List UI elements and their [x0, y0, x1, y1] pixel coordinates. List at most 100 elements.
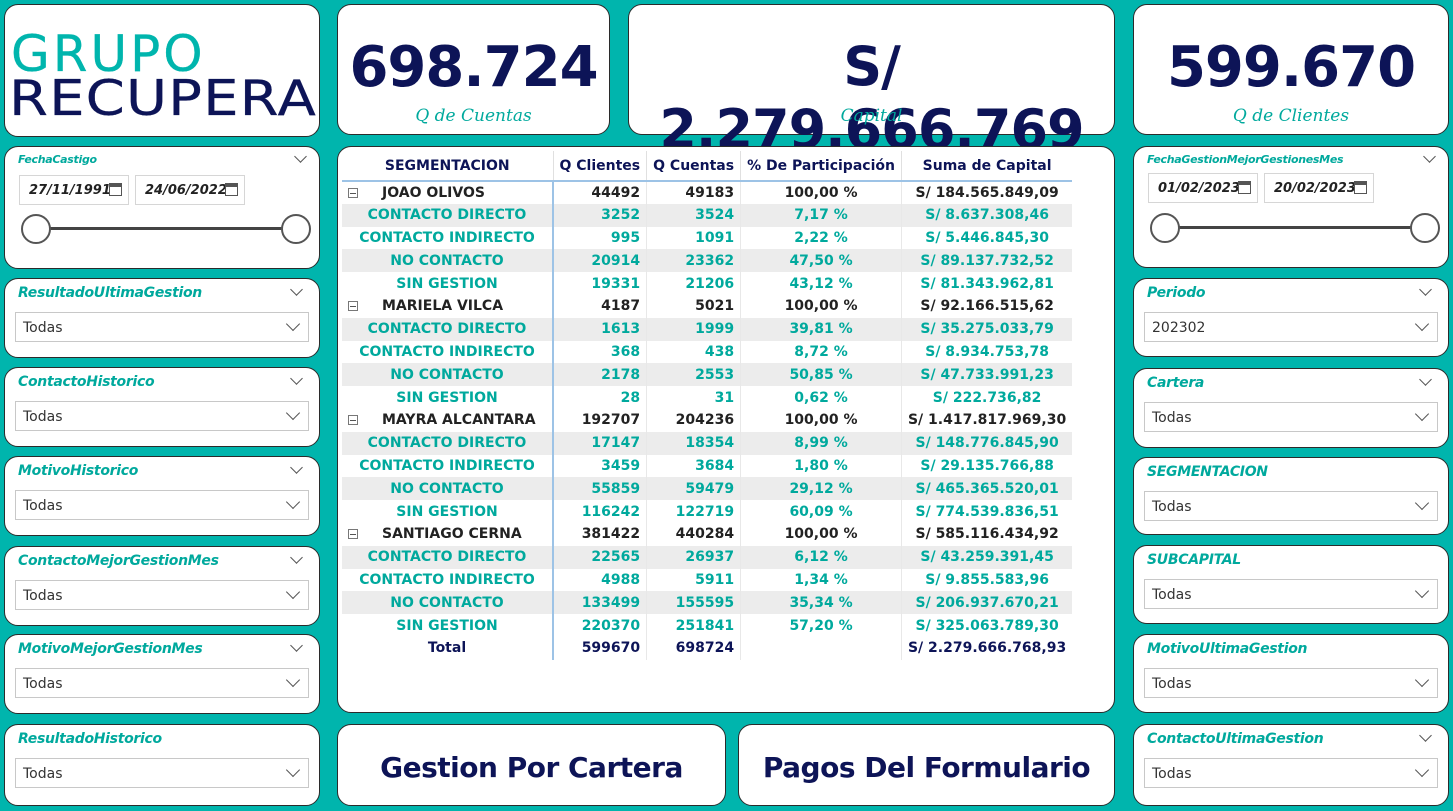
kpi-capital-label: Capital [840, 106, 903, 126]
table-row: CONTACTO INDIRECTO 368 438 8,72 % S/ 8.934.7… [342, 340, 1072, 364]
slicer-dropdown[interactable]: Todas [1144, 668, 1438, 698]
date-range-start-handle[interactable] [21, 214, 51, 244]
collapse-icon[interactable] [348, 301, 358, 312]
collapse-icon[interactable] [348, 529, 358, 540]
dropdown-value: Todas [1152, 587, 1192, 603]
slicer-periodo: Periodo 202302 [1133, 278, 1449, 357]
calendar-icon[interactable] [1354, 181, 1367, 194]
slicer-dropdown[interactable]: 202302 [1144, 312, 1438, 342]
date-to-input[interactable]: 24/06/2022 [135, 175, 245, 205]
cell-q-clientes: 19331 [553, 272, 648, 295]
cell-q-cuentas: 155595 [646, 591, 742, 615]
slicer-dropdown[interactable]: Todas [15, 668, 309, 698]
table-row: NO CONTACTO 55859 59479 29,12 % S/ 465.365.5… [342, 477, 1073, 501]
slicer-contacto-historico: ContactoHistorico Todas [4, 367, 320, 447]
chevron-down-icon[interactable] [1419, 373, 1432, 386]
button-label: Gestion Por Cartera [380, 751, 683, 784]
date-from-input[interactable]: 27/11/1991 [19, 175, 129, 205]
kpi-clientes-label: Q de Clientes [1232, 106, 1350, 126]
collapse-icon[interactable] [348, 415, 358, 426]
chevron-down-icon [1414, 583, 1430, 599]
calendar-icon[interactable] [109, 183, 122, 196]
slicer-dropdown[interactable]: Todas [15, 580, 309, 610]
cell-suma-capital: S/ 774.539.836,51 [915, 503, 1059, 520]
collapse-icon[interactable] [348, 187, 358, 198]
cell-suma-capital: S/ 465.365.520,01 [901, 477, 1073, 501]
cell-suma-capital: S/ 222.736,82 [932, 389, 1042, 406]
cell-segmentacion: CONTACTO INDIRECTO [342, 226, 554, 250]
date-range-end-handle[interactable] [1410, 213, 1440, 243]
chevron-down-icon[interactable] [1423, 150, 1436, 163]
chevron-down-icon[interactable] [290, 551, 303, 564]
chevron-down-icon [1414, 762, 1430, 778]
dropdown-value: Todas [1152, 766, 1192, 782]
cell-segmentacion: CONTACTO DIRECTO [342, 545, 554, 569]
cell-q-cuentas: 1091 [646, 226, 742, 250]
cell-participacion: 29,12 % [740, 477, 902, 501]
cell-segmentacion: CONTACTO INDIRECTO [342, 340, 554, 364]
col-header-participacion[interactable]: % De Participación [740, 151, 902, 181]
slicer-dropdown[interactable]: Todas [15, 401, 309, 431]
chevron-down-icon [285, 316, 301, 332]
kpi-cuentas-value: 698.724 [349, 35, 598, 100]
date-range-end-handle[interactable] [281, 214, 311, 244]
dropdown-value: Todas [23, 409, 63, 425]
col-header-q-clientes[interactable]: Q Clientes [553, 151, 648, 181]
pagos-del-formulario-button[interactable]: Pagos Del Formulario [738, 724, 1115, 806]
calendar-icon[interactable] [225, 183, 238, 196]
chevron-down-icon[interactable] [290, 461, 303, 474]
cell-q-clientes: 4187 [553, 294, 648, 318]
chevron-down-icon[interactable] [294, 150, 307, 163]
date-range-track[interactable] [35, 227, 297, 230]
slicer-resultado-ultima-gestion: ResultadoUltimaGestion Todas [4, 278, 320, 358]
cell-segmentacion: CONTACTO DIRECTO [342, 431, 554, 455]
date-range-start-handle[interactable] [1150, 213, 1180, 243]
kpi-clientes-value: 599.670 [1166, 35, 1416, 100]
col-header-suma-capital[interactable]: Suma de Capital [901, 151, 1072, 181]
dropdown-value: Todas [23, 766, 63, 782]
chevron-down-icon[interactable] [290, 372, 303, 385]
cell-segmentacion: CONTACTO INDIRECTO [342, 568, 554, 592]
slicer-title: ContactoUltimaGestion [1147, 731, 1324, 747]
cell-suma-capital: S/ 2.279.666.768,93 [907, 640, 1067, 657]
cell-segmentacion: CONTACTO INDIRECTO [342, 454, 554, 478]
kpi-clientes-card: 599.670 Q de Clientes [1133, 4, 1449, 135]
cell-suma-capital: S/ 81.343.962,81 [920, 275, 1054, 292]
cell-suma-capital: S/ 43.259.391,45 [901, 545, 1073, 569]
col-header-segmentacion[interactable]: SEGMENTACION [342, 151, 554, 181]
chevron-down-icon[interactable] [290, 639, 303, 652]
cell-suma-capital: S/ 1.417.817.969,30 [907, 412, 1067, 429]
slicer-dropdown[interactable]: Todas [1144, 402, 1438, 432]
cell-segmentacion: NO CONTACTO [342, 363, 554, 387]
date-to-input[interactable]: 20/02/2023 [1264, 173, 1374, 203]
slicer-dropdown[interactable]: Todas [15, 758, 309, 788]
slicer-contacto-mejor-gestion-mes: ContactoMejorGestionMes Todas [4, 546, 320, 626]
cell-q-clientes: 2178 [553, 363, 648, 387]
slicer-motivo-historico: MotivoHistorico Todas [4, 456, 320, 536]
table-row: CONTACTO DIRECTO 3252 3524 7,17 % S/ 8.637.3… [342, 203, 1073, 227]
slicer-dropdown[interactable]: Todas [15, 490, 309, 520]
slicer-title: SEGMENTACION [1147, 464, 1268, 480]
kpi-cuentas-card: 698.724 Q de Cuentas [337, 4, 610, 135]
date-range-track[interactable] [1164, 226, 1426, 229]
fecha-gestion-slicer: FechaGestionMejorGestionesMes 01/02/2023… [1133, 146, 1449, 268]
date-from-input[interactable]: 01/02/2023 [1148, 173, 1258, 203]
slicer-dropdown[interactable]: Todas [15, 312, 309, 342]
cell-participacion: 57,20 % [740, 614, 902, 637]
col-header-q-cuentas[interactable]: Q Cuentas [646, 151, 742, 181]
cell-q-clientes: 1613 [553, 317, 648, 341]
chevron-down-icon [1414, 406, 1430, 422]
slicer-dropdown[interactable]: Todas [1144, 491, 1438, 521]
chevron-down-icon[interactable] [1419, 283, 1432, 296]
chevron-down-icon[interactable] [290, 283, 303, 296]
chevron-down-icon[interactable] [1419, 729, 1432, 742]
calendar-icon[interactable] [1238, 181, 1251, 194]
gestion-por-cartera-button[interactable]: Gestion Por Cartera [337, 724, 726, 806]
kpi-capital-card: S/ 2.279.666.769 Capital [628, 4, 1115, 161]
slicer-title: ResultadoUltimaGestion [18, 285, 202, 301]
slicer-dropdown[interactable]: Todas [1144, 758, 1438, 788]
slicer-motivo-mejor-gestion-mes: MotivoMejorGestionMes Todas [4, 634, 320, 714]
cell-q-clientes: 4988 [553, 568, 648, 592]
slicer-dropdown[interactable]: Todas [1144, 579, 1438, 609]
table-row: CONTACTO DIRECTO 17147 18354 8,99 % S/ 148.7… [342, 431, 1073, 455]
